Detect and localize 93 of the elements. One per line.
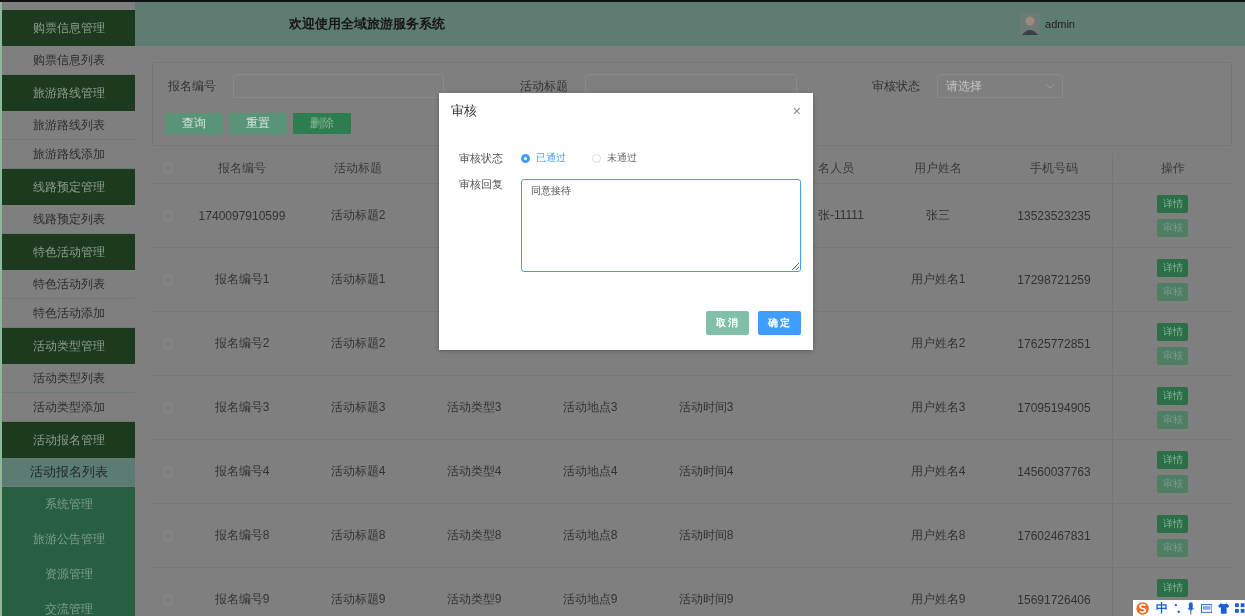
field-label: 活动标题 (519, 77, 569, 95)
table-cell: 活动类型3 (446, 399, 502, 416)
table-cell: 张三 (926, 207, 950, 224)
table-cell: 报名编号4 (214, 463, 270, 480)
table-cell: 活动类型4 (446, 463, 502, 480)
table-cell: 张-11111 (818, 207, 864, 224)
table-cell: 活动地点4 (562, 463, 618, 480)
sidebar-item[interactable]: 活动报名管理 (2, 422, 135, 458)
table-cell: 报名编号3 (214, 399, 270, 416)
column-header: 活动标题 (334, 159, 382, 177)
avatar-icon[interactable] (1020, 13, 1041, 35)
reply-field[interactable]: 同意接待 (521, 179, 801, 272)
table-cell: 报名编号9 (214, 591, 270, 608)
table-cell: 活动地点3 (562, 399, 618, 416)
detail-button[interactable]: 详情 (1157, 259, 1188, 277)
radio-option[interactable]: 未通过 (592, 151, 637, 165)
table-cell: 15691726406 (1017, 592, 1091, 607)
table-cell: 活动地点9 (562, 591, 618, 608)
table-cell: 活动时间3 (678, 399, 734, 416)
input-language[interactable]: 中 (1156, 599, 1169, 616)
table-cell: 活动地点8 (562, 527, 618, 544)
table-cell: 报名编号1 (214, 271, 270, 288)
field-label: 报名编号 (167, 77, 217, 95)
radio-option[interactable]: 已通过 (521, 151, 566, 165)
action-button[interactable]: 查询 (165, 113, 223, 134)
sidebar-item[interactable]: 活动类型管理 (2, 328, 135, 364)
close-button[interactable]: × (792, 104, 801, 118)
detail-button[interactable]: 详情 (1157, 451, 1188, 469)
status-select[interactable]: 请选择 (937, 74, 1063, 98)
sidebar-item[interactable]: 特色活动管理 (2, 234, 135, 270)
table-cell: 活动时间8 (678, 527, 734, 544)
table-cell: 活动标题1 (330, 271, 386, 288)
table-cell: 用户姓名8 (910, 527, 966, 544)
detail-button[interactable]: 详情 (1157, 579, 1188, 597)
microphone-icon[interactable] (1186, 601, 1195, 615)
table-cell: 活动类型8 (446, 527, 502, 544)
confirm-button[interactable]: 确定 (758, 311, 801, 335)
table-cell: 报名编号8 (214, 527, 270, 544)
table-cell: 1740097910599 (198, 208, 286, 223)
table-cell: 17602467831 (1017, 528, 1091, 543)
table-cell: 用户姓名4 (910, 463, 966, 480)
table-cell: 用户姓名1 (910, 271, 966, 288)
table-cell: 14560037763 (1017, 464, 1091, 479)
field-label: 审核状态 (871, 77, 921, 95)
system-title: 欢迎使用全域旅游服务系统 (289, 15, 445, 33)
field-label: 审核状态 (458, 151, 504, 165)
shirt-icon[interactable] (1218, 601, 1230, 615)
table-cell: 活动标题8 (330, 527, 386, 544)
detail-button[interactable]: 详情 (1157, 323, 1188, 341)
table-cell: 用户姓名2 (910, 335, 966, 352)
table-cell: 报名编号2 (214, 335, 270, 352)
column-header: 报名编号 (218, 159, 266, 177)
sidebar-item[interactable]: 旅游公告管理 (2, 522, 135, 557)
table-cell: 活动标题2 (330, 335, 386, 352)
sidebar-item[interactable]: 交流管理 (2, 592, 135, 616)
sidebar-item[interactable]: 系统管理 (2, 487, 135, 522)
dialog-title: 审核 (451, 102, 477, 120)
column-header: 名人员 (818, 159, 854, 177)
sidebar-item[interactable]: 旅游路线管理 (2, 75, 135, 111)
sidebar-item[interactable]: 活动报名列表 (2, 458, 135, 487)
chevron-down-icon (1046, 83, 1054, 89)
table-cell: 13523523235 (1017, 208, 1091, 223)
sidebar-item[interactable]: 线路预定管理 (2, 169, 135, 205)
sidebar-item[interactable]: 资源管理 (2, 557, 135, 592)
table-cell: 活动标题9 (330, 591, 386, 608)
table-cell: 活动标题3 (330, 399, 386, 416)
grid-icon[interactable] (1235, 601, 1245, 615)
detail-button[interactable]: 详情 (1157, 195, 1188, 213)
keyboard-icon[interactable] (1200, 601, 1212, 615)
search-field[interactable] (233, 74, 444, 98)
table-cell: 17095194905 (1017, 400, 1091, 415)
table-cell: 活动类型9 (446, 591, 502, 608)
table-cell: 用户姓名9 (910, 591, 966, 608)
cancel-button[interactable]: 取消 (706, 311, 749, 335)
table-cell: 17298721259 (1017, 272, 1091, 287)
detail-button[interactable]: 详情 (1157, 515, 1188, 533)
table-cell: 活动标题4 (330, 463, 386, 480)
ime-logo-icon[interactable] (1135, 601, 1151, 615)
action-button[interactable]: 删除 (293, 113, 351, 134)
action-button[interactable]: 重置 (229, 113, 287, 134)
column-header: 手机号码 (1030, 159, 1078, 177)
user-name[interactable]: admin (1045, 18, 1075, 30)
field-label: 审核回复 (458, 177, 504, 191)
table-cell: 活动标题2 (330, 207, 386, 224)
table-cell: 活动时间9 (678, 591, 734, 608)
table-cell: 活动时间4 (678, 463, 734, 480)
detail-button[interactable]: 详情 (1157, 387, 1188, 405)
column-header: 用户姓名 (914, 159, 962, 177)
table-cell: 用户姓名3 (910, 399, 966, 416)
column-header: 操作 (1160, 159, 1185, 177)
table-cell: 17625772851 (1017, 336, 1091, 351)
punctuation-icon[interactable] (1174, 601, 1181, 615)
sidebar-item[interactable]: 购票信息管理 (2, 10, 135, 46)
